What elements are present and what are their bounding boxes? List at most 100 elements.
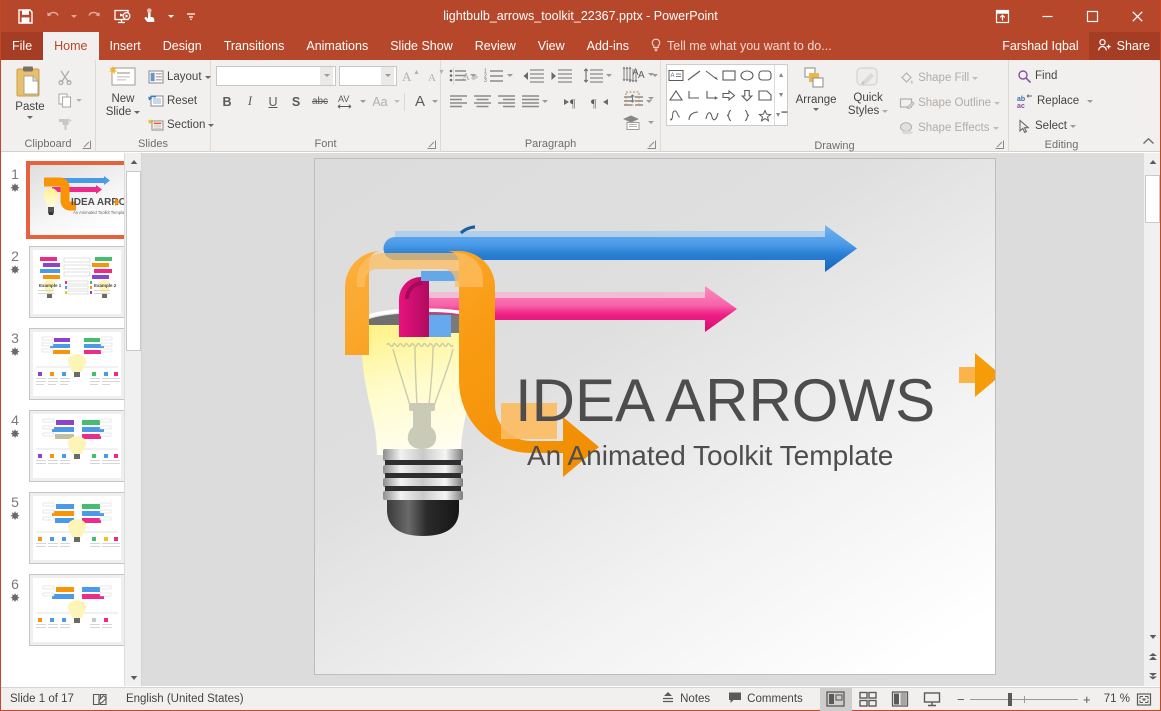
maximize-button[interactable] bbox=[1070, 0, 1115, 32]
arrange-button[interactable]: Arrange bbox=[792, 64, 840, 113]
numbering-dropdown-arrow-icon[interactable] bbox=[507, 74, 513, 77]
zoom-out-button[interactable]: − bbox=[952, 692, 970, 707]
normal-view-button[interactable] bbox=[819, 687, 852, 711]
find-button[interactable]: Find bbox=[1014, 65, 1096, 87]
thumbnail-scroll-down-icon[interactable] bbox=[125, 669, 141, 686]
font-size-dropdown-arrow-icon[interactable] bbox=[381, 66, 394, 85]
ribbon-display-options-icon[interactable] bbox=[980, 0, 1025, 32]
justify-button[interactable] bbox=[518, 91, 542, 112]
select-dropdown-arrow-icon[interactable] bbox=[1069, 124, 1076, 128]
shape-arc[interactable] bbox=[685, 105, 703, 125]
save-icon[interactable] bbox=[11, 3, 39, 29]
cut-button[interactable] bbox=[54, 66, 85, 88]
slide-scroll-down-icon[interactable] bbox=[1144, 628, 1160, 645]
replace-dropdown-arrow-icon[interactable] bbox=[1087, 99, 1094, 103]
text-box-align-button[interactable] bbox=[620, 88, 646, 109]
shape-right-arrow[interactable] bbox=[721, 85, 739, 105]
character-spacing-button[interactable]: AV bbox=[333, 91, 359, 112]
shape-rounded-rectangle[interactable] bbox=[756, 65, 774, 85]
thumbnail-slide-4[interactable]: 4 ✸ bbox=[1, 405, 141, 487]
slide-sorter-view-button[interactable] bbox=[852, 688, 884, 711]
line-spacing-dropdown-arrow-icon[interactable] bbox=[606, 74, 612, 77]
comments-button[interactable]: Comments bbox=[719, 688, 812, 711]
proofing-icon[interactable] bbox=[83, 688, 117, 711]
paragraph-dialog-launcher-icon[interactable] bbox=[647, 140, 656, 149]
shape-left-brace[interactable] bbox=[721, 105, 739, 125]
thumbnail-image-4[interactable] bbox=[29, 410, 125, 482]
thumbnail-image-3[interactable] bbox=[29, 328, 125, 400]
undo-icon[interactable] bbox=[39, 3, 67, 29]
collapse-ribbon-button[interactable] bbox=[1142, 137, 1155, 149]
strikethrough-button[interactable]: abc bbox=[308, 91, 332, 112]
bullets-button[interactable] bbox=[446, 65, 470, 86]
rtl-text-direction-button[interactable]: ¶ bbox=[586, 91, 612, 112]
customize-quick-access-toolbar-icon[interactable] bbox=[177, 3, 205, 29]
shape-outline-dropdown-arrow-icon[interactable] bbox=[993, 101, 1000, 105]
text-box-dropdown-arrow-icon[interactable] bbox=[648, 97, 654, 100]
align-left-button[interactable] bbox=[446, 91, 470, 112]
minimize-button[interactable] bbox=[1025, 0, 1070, 32]
animation-star-icon-4[interactable]: ✸ bbox=[10, 428, 20, 441]
thumbnail-scroll-up-icon[interactable] bbox=[125, 153, 141, 170]
thumbnail-image-5[interactable] bbox=[29, 492, 125, 564]
slide-editing-area[interactable]: IDEA ARROWS An Animated Toolkit Template… bbox=[142, 153, 1160, 686]
zoom-level[interactable]: 71 % bbox=[1100, 688, 1136, 711]
new-slide-dropdown-arrow-icon[interactable] bbox=[134, 111, 141, 114]
font-dialog-launcher-icon[interactable] bbox=[427, 140, 436, 149]
thumbnail-slide-1[interactable]: 1 ✸ IDEA ARR An Animated Toolkit Templat… bbox=[1, 159, 141, 241]
drawing-dialog-launcher-icon[interactable] bbox=[995, 140, 1004, 149]
anim ation-star-icon-6[interactable]: ✸ bbox=[10, 592, 20, 605]
shape-triangle[interactable] bbox=[667, 85, 685, 105]
shape-arrow-line[interactable] bbox=[703, 65, 721, 85]
font-name-dropdown-arrow-icon[interactable] bbox=[320, 66, 333, 85]
tab-file[interactable]: File bbox=[1, 32, 44, 60]
shapes-gallery[interactable]: A ▲ ▼ ▼ ▬ bbox=[666, 64, 789, 126]
shape-fill-button[interactable]: Shape Fill bbox=[896, 67, 1003, 89]
shape-effects-button[interactable]: Shape Effects bbox=[896, 117, 1003, 139]
text-shadow-button[interactable]: S bbox=[285, 91, 307, 112]
shape-text-box[interactable]: A bbox=[667, 65, 685, 85]
user-name[interactable]: Farshad Iqbal bbox=[1002, 39, 1088, 53]
font-size-input[interactable] bbox=[339, 65, 397, 86]
thumbnail-scroll-thumb[interactable] bbox=[126, 171, 141, 351]
undo-dropdown-arrow-icon[interactable] bbox=[67, 3, 80, 29]
slide-show-view-button[interactable] bbox=[916, 688, 948, 711]
touch-mode-dropdown-arrow-icon[interactable] bbox=[164, 3, 177, 29]
replace-button[interactable]: ab ac Replace bbox=[1014, 90, 1096, 112]
convert-to-smartart-button[interactable] bbox=[620, 112, 646, 133]
tab-home[interactable]: Home bbox=[43, 32, 99, 60]
thumbnail-slide-5[interactable]: 5 ✸ bbox=[1, 487, 141, 569]
animation-star-icon-2[interactable]: ✸ bbox=[10, 264, 20, 277]
shape-outline-button[interactable]: Shape Outline bbox=[896, 92, 1003, 114]
reset-button[interactable]: Reset bbox=[145, 90, 217, 112]
thumbnail-image-6[interactable] bbox=[29, 574, 125, 646]
thumbnail-image-2[interactable]: Example 1 Example 2 bbox=[29, 246, 125, 318]
increase-indent-button[interactable] bbox=[547, 65, 575, 86]
zoom-in-button[interactable]: + bbox=[1078, 692, 1096, 707]
shape-elbow-arrow-connector[interactable] bbox=[703, 85, 721, 105]
thumbnail-slide-6[interactable]: 6 ✸ bbox=[1, 569, 141, 651]
shape-effects-dropdown-arrow-icon[interactable] bbox=[992, 126, 999, 130]
animation-star-icon-5[interactable]: ✸ bbox=[10, 510, 20, 523]
shape-curve[interactable] bbox=[703, 105, 721, 125]
tab-insert[interactable]: Insert bbox=[99, 32, 152, 60]
animation-star-icon-3[interactable]: ✸ bbox=[10, 346, 20, 359]
shape-fill-dropdown-arrow-icon[interactable] bbox=[972, 76, 979, 80]
decrease-indent-button[interactable] bbox=[519, 65, 547, 86]
align-center-button[interactable] bbox=[470, 91, 494, 112]
slide-scroll-thumb[interactable] bbox=[1145, 175, 1160, 223]
italic-button[interactable]: I bbox=[239, 91, 261, 112]
change-case-button[interactable]: Aa bbox=[367, 91, 393, 112]
close-button[interactable] bbox=[1115, 0, 1160, 32]
tab-slide-show[interactable]: Slide Show bbox=[379, 32, 464, 60]
thumbnail-pane-scrollbar[interactable] bbox=[124, 153, 141, 686]
align-text-dropdown-arrow-icon[interactable] bbox=[648, 73, 654, 76]
numbering-button[interactable]: 123 bbox=[481, 65, 507, 86]
layout-button[interactable]: Layout bbox=[145, 66, 217, 88]
font-color-button[interactable]: A bbox=[409, 91, 431, 112]
redo-icon[interactable] bbox=[80, 3, 108, 29]
zoom-slider[interactable]: − + bbox=[948, 692, 1100, 707]
thumbnail-slide-3[interactable]: 3 ✸ bbox=[1, 323, 141, 405]
paste-dropdown-arrow-icon[interactable] bbox=[27, 116, 33, 119]
animation-star-icon-1[interactable]: ✸ bbox=[10, 182, 20, 195]
